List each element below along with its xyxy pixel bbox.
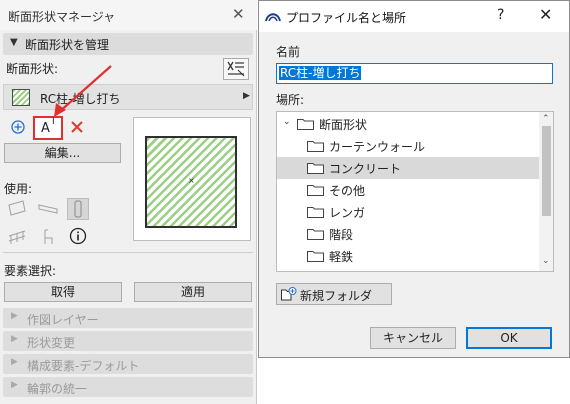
hatch-swatch-icon [12, 89, 30, 106]
chevron-right-icon: ▶ [11, 311, 18, 321]
tree-item[interactable]: 軽鉄 [277, 245, 539, 267]
section-drawing-layer[interactable]: ▶ 作図レイヤー [3, 308, 253, 328]
folder-icon [307, 207, 324, 218]
name-field-value: RC柱-増し打ち [279, 66, 362, 80]
close-icon[interactable]: ✕ [539, 5, 552, 24]
rename-profile-button[interactable]: A I [33, 116, 63, 140]
tree-item-label: レンガ [329, 206, 366, 220]
section-component-default[interactable]: ▶ 構成要素-デフォルト [3, 354, 253, 374]
delete-profile-icon[interactable] [70, 120, 84, 134]
help-icon[interactable]: ? [497, 7, 504, 23]
dialog-title: プロファイル名と場所 [286, 11, 407, 25]
profile-manager-panel: 断面形状マネージャ ✕ ▼ 断面形状を管理 断面形状: RC柱-増し打ち ▶ A… [0, 0, 257, 404]
close-icon[interactable]: ✕ [232, 5, 245, 23]
center-mark-icon: × [188, 176, 195, 185]
section-label: 作図レイヤー [27, 313, 99, 327]
manage-section-header[interactable]: ▼ 断面形状を管理 [3, 33, 253, 55]
add-profile-icon[interactable] [10, 119, 26, 135]
panel-title: 断面形状マネージャ [8, 10, 116, 24]
panel-titlebar: 断面形状マネージャ ✕ [0, 0, 257, 30]
profile-settings-button[interactable] [223, 58, 249, 80]
profile-settings-icon [227, 61, 245, 77]
new-folder-button[interactable]: 新規フォルダ [276, 283, 392, 305]
chevron-right-icon: ▶ [11, 357, 18, 367]
tree-item-label: カーテンウォール [329, 140, 426, 154]
new-folder-label: 新規フォルダ [300, 289, 373, 303]
tree-item-selected[interactable]: コンクリート [277, 157, 539, 179]
profile-preview: × [133, 117, 251, 241]
folder-icon [307, 251, 324, 262]
section-title: 断面形状を管理 [25, 38, 110, 52]
folder-icon [307, 185, 324, 196]
scroll-up-icon[interactable]: ⌃ [542, 114, 550, 124]
profile-name-location-dialog: プロファイル名と場所 ? ✕ 名前 RC柱-増し打ち 場所: ⌄ 断面形状 カー… [258, 0, 570, 358]
folder-tree[interactable]: ⌄ 断面形状 カーテンウォール コンクリート その他 レンガ 階段 軽鉄 ⌃ ⌄ [276, 111, 554, 272]
text-cursor-icon: I [52, 117, 55, 127]
folder-icon [297, 119, 314, 130]
chevron-right-icon: ▶ [11, 380, 18, 390]
tree-item-label: コンクリート [329, 162, 402, 176]
profile-label: 断面形状: [6, 62, 59, 76]
scrollbar-thumb[interactable] [542, 126, 551, 216]
cancel-button[interactable]: キャンセル [370, 327, 456, 349]
railing-use-icon[interactable] [6, 226, 28, 248]
edit-button[interactable]: 編集... [4, 143, 121, 163]
object-use-icon[interactable] [37, 226, 59, 248]
location-label: 場所: [276, 93, 305, 107]
beam-use-icon[interactable] [37, 198, 59, 220]
ok-button[interactable]: OK [466, 327, 552, 349]
profile-selector[interactable]: RC柱-増し打ち ▶ [3, 84, 253, 110]
element-select-label: 要素選択: [4, 264, 57, 278]
tree-item-label: 階段 [329, 228, 354, 242]
section-label: 構成要素-デフォルト [27, 359, 140, 373]
tree-item[interactable]: レンガ [277, 201, 539, 223]
section-shape-change[interactable]: ▶ 形状変更 [3, 331, 253, 351]
tree-item[interactable]: 階段 [277, 223, 539, 245]
rename-icon: A [41, 121, 50, 136]
tree-item[interactable]: その他 [277, 179, 539, 201]
dialog-titlebar: プロファイル名と場所 ? ✕ [259, 1, 569, 32]
tree-item-label: 断面形状 [319, 118, 368, 132]
get-button[interactable]: 取得 [4, 282, 122, 302]
section-label: 形状変更 [27, 336, 76, 350]
name-label: 名前 [276, 45, 301, 59]
tree-item-label: その他 [329, 184, 366, 198]
wall-use-icon[interactable] [6, 198, 28, 220]
tree-item-root[interactable]: ⌄ 断面形状 [277, 113, 539, 135]
folder-icon [307, 229, 324, 240]
section-outline-unify[interactable]: ▶ 輪郭の統一 [3, 377, 253, 397]
tree-item-label: 軽鉄 [329, 250, 354, 264]
new-folder-icon [281, 287, 297, 301]
use-label: 使用: [4, 182, 33, 196]
chevron-right-icon: ▶ [11, 334, 18, 344]
chevron-right-icon: ▶ [243, 91, 250, 101]
tree-scrollbar[interactable]: ⌃ ⌄ [539, 112, 553, 271]
tree-item[interactable]: カーテンウォール [277, 135, 539, 157]
section-label: 輪郭の統一 [27, 382, 88, 396]
folder-icon [307, 141, 324, 152]
folder-icon [307, 163, 324, 174]
chevron-down-icon: ⌄ [283, 117, 291, 127]
profile-name: RC柱-増し打ち [40, 92, 121, 106]
chevron-down-icon: ▼ [10, 37, 18, 48]
divider [3, 252, 253, 253]
column-use-icon[interactable] [67, 198, 89, 220]
name-field[interactable]: RC柱-増し打ち [276, 63, 553, 84]
apply-button[interactable]: 適用 [134, 282, 252, 302]
app-logo-icon [265, 13, 281, 22]
scroll-down-icon[interactable]: ⌄ [542, 256, 550, 266]
info-icon[interactable] [67, 226, 89, 248]
